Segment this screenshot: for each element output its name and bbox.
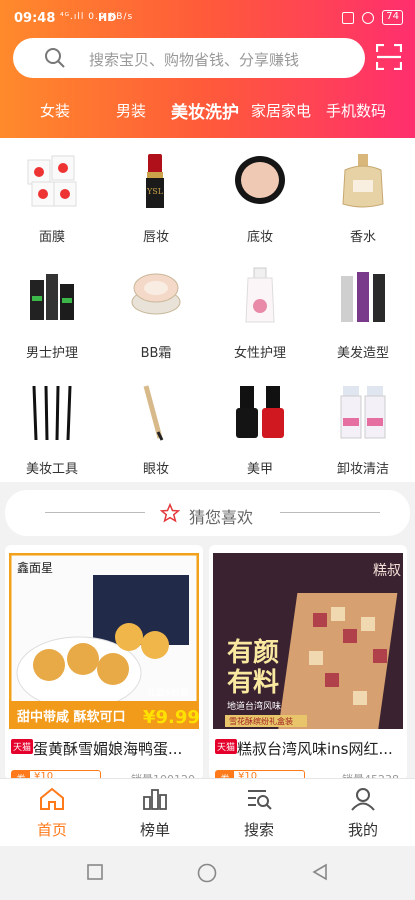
product-card[interactable]: 糕叔 有颜 有料 地道台湾风味 雪花酥缤纷礼盒装 天猫 糕叔台湾风味ins网红.… [209,545,407,780]
app-header: 09:48 ⁴ᴳ.ıll 0.0 KB/s HD 74 搜索宝贝、购物省钱、分享… [0,0,415,138]
scan-icon[interactable] [376,44,402,70]
product-image-price: ¥9.99 [143,707,199,728]
status-bar: 09:48 ⁴ᴳ.ıll 0.0 KB/s HD 74 [0,8,415,30]
tmall-badge: 天猫 [215,739,238,754]
category-grid: 面膜 YSL 唇妆 底妆 香水 男士护理 BB霜 女性护理 美发造型 美妆工具 … [0,138,415,482]
product-line2: 有料 [227,668,279,698]
product-card[interactable]: 鑫面星 甜中带咸 酥软可口 礼盒6枚装 ¥9.99 天猫 蛋黄酥雪媚娘海鸭蛋..… [5,545,203,780]
grid-item-makeup-remover[interactable]: 卸妆清洁 [311,370,415,486]
tab-womens[interactable]: 女装 [40,100,70,121]
product-title[interactable]: 糕叔台湾风味ins网红... [237,738,403,759]
grid-label: 女性护理 [233,346,286,361]
hair-styling-icon [341,272,385,322]
alarm-icon [362,11,375,24]
grid-label: 美妆工具 [25,462,78,477]
grid-item-nails[interactable]: 美甲 [208,370,312,486]
product-brand: 糕叔 [373,563,401,579]
search-placeholder: 搜索宝贝、购物省钱、分享赚钱 [89,51,300,69]
svg-text:YSL: YSL [146,187,164,196]
bottom-nav: 首页 榜单 搜索 我的 [0,778,415,846]
product-tag: 雪花酥缤纷礼盒装 [229,716,293,726]
lock-icon [342,11,355,24]
battery-indicator: 74 [382,10,403,25]
system-nav-bar [0,846,415,900]
star-icon [160,503,180,523]
product-image[interactable]: 糕叔 有颜 有料 地道台湾风味 雪花酥缤纷礼盒装 [213,553,403,729]
tab-home-appliance[interactable]: 家居家电 [251,100,311,121]
product-slogan: 甜中带咸 酥软可口 [17,709,126,725]
nav-label: 搜索 [243,821,274,839]
grid-label: 底妆 [246,230,273,245]
tab-mens[interactable]: 男装 [116,100,146,121]
grid-label: 男士护理 [25,346,78,361]
grid-label: 面膜 [38,230,65,245]
product-sub: 地道台湾风味 [227,700,281,712]
perfume-icon [342,154,384,208]
grid-item-makeup-tools[interactable]: 美妆工具 [0,370,104,486]
grid-item-lipstick[interactable]: YSL 唇妆 [104,138,208,254]
nav-label: 榜单 [139,821,170,839]
powder-compact-icon [235,156,285,204]
guess-you-like-header: 猜您喜欢 [5,490,410,536]
grid-item-mens-care[interactable]: 男士护理 [0,254,104,370]
mens-care-icon [30,274,74,320]
ranking-icon [143,789,167,810]
tmall-badge: 天猫 [11,739,34,754]
product-title[interactable]: 蛋黄酥雪媚娘海鸭蛋... [33,738,199,759]
nav-ranking[interactable]: 榜单 [115,787,195,840]
eyeliner-icon [143,385,164,441]
cushion-compact-icon [131,273,181,315]
profile-icon [351,788,375,811]
product-line1: 有颜 [227,638,279,668]
grid-label: 唇妆 [142,230,169,245]
nav-label: 我的 [347,821,378,839]
nav-profile[interactable]: 我的 [323,787,403,840]
grid-label: 卸妆清洁 [336,462,389,477]
search-list-icon [248,790,272,810]
grid-label: BB霜 [140,346,172,361]
feminine-care-icon [245,267,275,323]
tab-digital[interactable]: 手机数码 [326,100,386,121]
divider [45,512,145,513]
nav-label: 首页 [36,821,67,839]
nav-home[interactable]: 首页 [12,787,92,840]
divider [280,512,380,513]
nail-polish-icon [236,386,284,438]
guess-title: 猜您喜欢 [189,508,254,527]
grid-label: 香水 [349,230,376,245]
grid-item-perfume[interactable]: 香水 [311,138,415,254]
grid-item-hair-styling[interactable]: 美发造型 [311,254,415,370]
product-gift: 礼盒6枚装 [147,686,189,698]
lipstick-icon: YSL [146,154,164,208]
grid-item-bb-cream[interactable]: BB霜 [104,254,208,370]
grid-item-feminine-care[interactable]: 女性护理 [208,254,312,370]
facial-mask-icon [27,155,77,207]
product-image[interactable]: 鑫面星 甜中带咸 酥软可口 礼盒6枚装 ¥9.99 [9,553,199,729]
home-icon [40,787,64,810]
grid-label: 美甲 [246,462,273,477]
grid-item-powder[interactable]: 底妆 [208,138,312,254]
recent-apps-icon[interactable] [86,863,104,881]
grid-item-eye-makeup[interactable]: 眼妆 [104,370,208,486]
category-tabs: 女装 男装 美妆洗护 家居家电 手机数码 [0,98,415,124]
nav-search[interactable]: 搜索 [219,787,299,840]
search-bar[interactable]: 搜索宝贝、购物省钱、分享赚钱 [13,38,365,78]
back-icon[interactable] [311,863,329,881]
status-time: 09:48 [14,11,56,26]
home-circle-icon[interactable] [197,863,217,883]
product-brand: 鑫面星 [17,560,53,575]
hd-indicator: HD [98,11,117,24]
makeup-remover-icon [340,386,386,439]
tab-beauty[interactable]: 美妆洗护 [171,98,239,123]
search-icon [45,48,65,68]
grid-item-facial-mask[interactable]: 面膜 [0,138,104,254]
makeup-brush-icon [32,385,72,441]
signal-indicator: ⁴ᴳ.ıll 0.0 KB/s [60,12,134,22]
grid-label: 眼妆 [142,462,169,477]
grid-label: 美发造型 [336,346,389,361]
